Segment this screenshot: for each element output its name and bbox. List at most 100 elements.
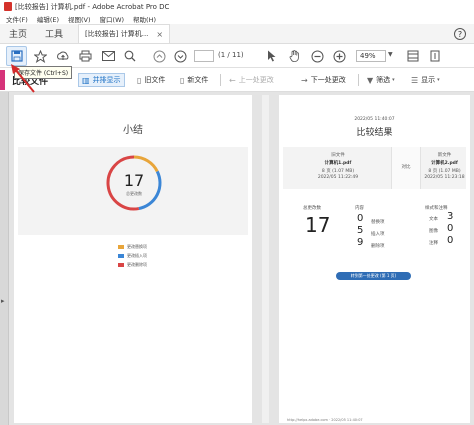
new-file-label: 新文件 <box>437 153 452 158</box>
summary-title: 小结 <box>123 125 143 136</box>
menu-view[interactable]: 视图(V) <box>68 14 91 24</box>
close-tab-icon[interactable]: × <box>156 30 163 39</box>
zoom-level-input[interactable]: 49% <box>356 50 386 62</box>
menu-file[interactable]: 文件(F) <box>6 14 28 24</box>
menu-bar: 文件(F) 编辑(E) 视图(V) 窗口(W) 帮助(H) <box>0 13 474 24</box>
go-to-first-change-button[interactable]: 转到第一处更改 (第 1 页) <box>336 272 411 280</box>
old-file-button[interactable]: ▯ 旧文件 <box>134 73 168 87</box>
legend-swatch-replace <box>118 244 124 249</box>
filter-label: 筛选 <box>376 76 391 84</box>
format-count-image: 0 <box>447 223 454 234</box>
page-number-input[interactable] <box>194 50 214 62</box>
divider <box>220 74 221 86</box>
content-type-insert: 插入项 <box>371 232 385 237</box>
fit-page-icon[interactable] <box>404 47 422 65</box>
side-by-side-button[interactable]: ▥ 并排显示 <box>78 73 125 87</box>
tab-document-label: [比较报告] 计算机... <box>85 30 149 38</box>
side-by-side-icon: ▥ <box>82 75 90 85</box>
filter-icon: ▼ <box>367 75 374 85</box>
next-page-icon[interactable] <box>171 47 189 65</box>
up-arrow-icon: ← <box>229 75 236 85</box>
print-icon[interactable] <box>76 47 94 65</box>
old-file-label: 旧文件 <box>331 153 345 158</box>
divider <box>358 74 359 86</box>
format-type-comment: 注释 <box>429 241 438 246</box>
total-changes-number: 17 <box>123 171 145 190</box>
scroll-mode-icon[interactable] <box>426 47 444 65</box>
total-changes-label: 总更改数 <box>126 191 142 196</box>
show-list-icon: ☰ <box>411 75 419 85</box>
total-changes-number: 17 <box>305 213 331 237</box>
select-cursor-icon[interactable] <box>263 47 281 65</box>
chevron-down-icon: ▾ <box>392 77 395 83</box>
next-change-label: 下一处更改 <box>310 76 346 84</box>
next-change-button[interactable]: → 下一处更改 <box>298 73 349 87</box>
left-pane-collapsed[interactable]: ▸ <box>0 92 9 425</box>
new-file-pages: 8 页 (1.07 MB) <box>428 169 461 174</box>
page-count: (1 / 11) <box>218 51 244 59</box>
previous-change-label: 上一处更改 <box>238 76 274 84</box>
email-icon[interactable] <box>99 47 117 65</box>
zoom-in-icon[interactable] <box>330 47 348 65</box>
search-icon[interactable] <box>121 47 139 65</box>
main-toolbar: (1 / 11) 49% ▼ <box>0 44 474 68</box>
tab-document[interactable]: [比较报告] 计算机... × <box>78 24 171 43</box>
legend-label: 更改插入项 <box>127 252 147 258</box>
document-icon: ▯ <box>180 75 185 85</box>
new-file-name[interactable]: 计算机2.pdf <box>423 160 466 166</box>
help-icon[interactable]: ? <box>454 28 466 40</box>
filter-button[interactable]: ▼ 筛选 ▾ <box>364 73 401 87</box>
new-file-button[interactable]: ▯ 新文件 <box>177 73 211 87</box>
vs-label: 对比 <box>401 165 411 170</box>
previous-page-icon[interactable] <box>150 47 168 65</box>
content-type-delete: 删除项 <box>371 244 385 249</box>
expand-pane-icon[interactable]: ▸ <box>1 297 5 305</box>
format-count-text: 3 <box>447 211 454 222</box>
down-arrow-icon: → <box>301 75 308 85</box>
format-count-comment: 0 <box>447 235 454 246</box>
zoom-dropdown-icon[interactable]: ▼ <box>388 51 393 58</box>
legend-swatch-insert <box>118 253 124 258</box>
show-button[interactable]: ☰ 显示 ▾ <box>408 73 446 87</box>
menu-window[interactable]: 窗口(W) <box>100 14 125 24</box>
old-file-label: 旧文件 <box>144 76 166 84</box>
chevron-down-icon: ▾ <box>437 77 440 83</box>
format-type-text: 文本 <box>429 217 438 222</box>
content-type-replace: 替换项 <box>371 220 385 225</box>
previous-change-button[interactable]: ← 上一处更改 <box>226 73 277 87</box>
tab-bar: 主页 工具 [比较报告] 计算机... × ? <box>0 24 474 44</box>
cloud-upload-icon[interactable] <box>54 47 72 65</box>
summary-page: 小结 17 总更改数 更改替换项 更改插入项 更改删除项 <box>14 95 252 423</box>
summary-box: 17 总更改数 <box>18 147 248 235</box>
new-file-date: 2022/05 11:23:18 <box>424 175 465 180</box>
content-count-delete: 9 <box>357 237 364 248</box>
new-file-label: 新文件 <box>187 76 209 84</box>
summary-legend: 更改替换项 更改插入项 更改删除项 <box>118 242 147 269</box>
content-count-replace: 0 <box>357 213 364 224</box>
format-type-image: 图像 <box>429 229 438 234</box>
title-bar: [比较报告] 计算机.pdf - Adobe Acrobat Pro DC <box>0 0 474 13</box>
show-label: 显示 <box>421 76 436 84</box>
left-page-scrollbar[interactable] <box>262 95 269 423</box>
old-file-pages: 8 页 (1.07 MB) <box>321 169 355 174</box>
hand-tool-icon[interactable] <box>285 47 303 65</box>
legend-item: 更改删除项 <box>118 260 147 269</box>
report-date: 2022/05 11:40:07 <box>354 117 395 122</box>
zoom-out-icon[interactable] <box>308 47 326 65</box>
side-by-side-label: 并排显示 <box>92 76 121 84</box>
legend-swatch-delete <box>118 262 124 267</box>
menu-edit[interactable]: 编辑(E) <box>37 14 59 24</box>
red-arrow-annotation <box>11 64 35 93</box>
legend-item: 更改替换项 <box>118 242 147 251</box>
total-changes-label: 总更改数 <box>303 206 321 211</box>
old-file-name[interactable]: 计算机1.pdf <box>293 160 383 166</box>
content-count-insert: 5 <box>357 225 364 236</box>
tab-tools[interactable]: 工具 <box>36 24 72 43</box>
tab-home[interactable]: 主页 <box>0 24 36 43</box>
legend-label: 更改替换项 <box>127 243 147 249</box>
result-title: 比较结果 <box>356 128 393 138</box>
format-heading: 样式和注释 <box>425 206 448 211</box>
result-page: 2022/05 11:40:07 比较结果 旧文件 计算机1.pdf 8 页 (… <box>279 95 470 423</box>
old-file-date: 2022/05 11:22:49 <box>317 175 359 180</box>
menu-help[interactable]: 帮助(H) <box>133 14 156 24</box>
